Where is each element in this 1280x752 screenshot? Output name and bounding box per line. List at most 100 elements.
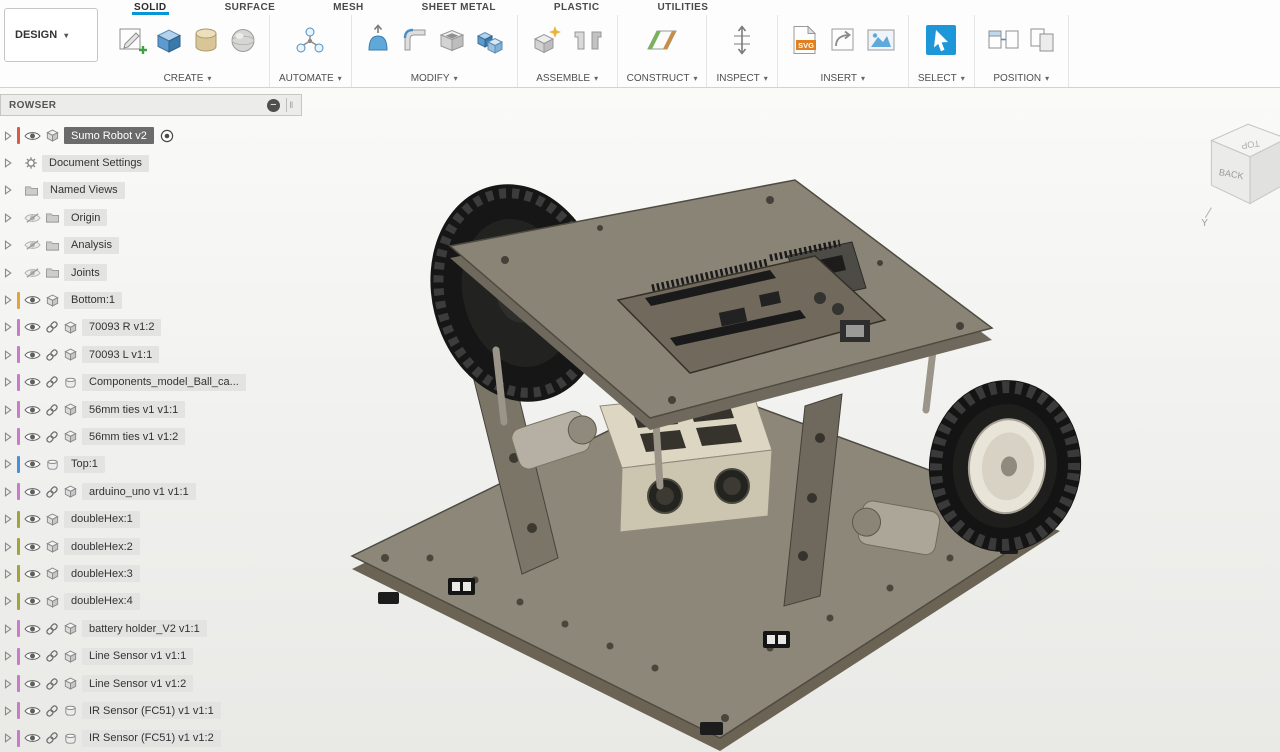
tree-row[interactable]: Named Views <box>0 177 302 204</box>
visibility-eye-icon[interactable] <box>24 376 41 388</box>
disclosure-arrow-icon[interactable] <box>4 514 13 524</box>
tree-row[interactable]: Top:1 <box>0 451 302 478</box>
visibility-eye-icon[interactable] <box>24 321 41 333</box>
measure-icon[interactable] <box>725 19 759 61</box>
disclosure-arrow-icon[interactable] <box>4 405 13 415</box>
disclosure-arrow-icon[interactable] <box>4 487 13 497</box>
group-label-inspect[interactable]: INSPECT▾ <box>716 73 767 84</box>
disclosure-arrow-icon[interactable] <box>4 185 13 195</box>
insert-svg-icon[interactable]: SVG <box>787 19 823 61</box>
visibility-eye-icon[interactable] <box>24 267 41 279</box>
tab-plastic[interactable]: PLASTIC <box>552 2 602 15</box>
tree-row[interactable]: Analysis <box>0 232 302 259</box>
tree-item-label[interactable]: Top:1 <box>64 456 105 473</box>
sphere-icon[interactable] <box>226 19 260 61</box>
visibility-eye-icon[interactable] <box>24 130 41 142</box>
visibility-eye-icon[interactable] <box>24 650 41 662</box>
tree-item-label[interactable]: arduino_uno v1 v1:1 <box>82 483 196 500</box>
visibility-eye-icon[interactable] <box>24 431 41 443</box>
joint-icon[interactable] <box>568 19 608 61</box>
disclosure-arrow-icon[interactable] <box>4 432 13 442</box>
disclosure-arrow-icon[interactable] <box>4 542 13 552</box>
group-label-automate[interactable]: AUTOMATE▾ <box>279 73 342 84</box>
tree-item-label[interactable]: Joints <box>64 264 107 281</box>
disclosure-arrow-icon[interactable] <box>4 213 13 223</box>
tree-item-label[interactable]: IR Sensor (FC51) v1 v1:2 <box>82 730 221 747</box>
robot-3d-model[interactable] <box>300 88 1280 752</box>
tree-row[interactable]: arduino_uno v1 v1:1 <box>0 478 302 505</box>
tree-row[interactable]: doubleHex:1 <box>0 505 302 532</box>
tree-item-label[interactable]: Bottom:1 <box>64 292 122 309</box>
tree-row[interactable]: Joints <box>0 259 302 286</box>
tree-item-label[interactable]: Sumo Robot v2 <box>64 127 154 144</box>
tree-item-label[interactable]: Origin <box>64 209 107 226</box>
tree-item-label[interactable]: 70093 R v1:2 <box>82 319 161 336</box>
tab-solid[interactable]: SOLID <box>132 2 169 15</box>
tree-row[interactable]: Origin <box>0 204 302 231</box>
select-icon[interactable] <box>923 19 959 61</box>
tree-row[interactable]: IR Sensor (FC51) v1 v1:2 <box>0 725 302 752</box>
collapse-browser-button[interactable]: − <box>267 99 280 112</box>
cylinder-icon[interactable] <box>189 19 223 61</box>
group-label-construct[interactable]: CONSTRUCT▾ <box>627 73 698 84</box>
visibility-eye-icon[interactable] <box>24 541 41 553</box>
tree-row[interactable]: 70093 L v1:1 <box>0 341 302 368</box>
browser-resize-grip-icon[interactable]: ‖ <box>286 98 296 112</box>
disclosure-arrow-icon[interactable] <box>4 733 13 743</box>
visibility-eye-icon[interactable] <box>24 678 41 690</box>
tree-item-label[interactable]: Components_model_Ball_ca... <box>82 374 246 391</box>
tree-item-label[interactable]: Analysis <box>64 237 119 254</box>
new-component-icon[interactable] <box>527 19 565 61</box>
tree-row[interactable]: battery holder_V2 v1:1 <box>0 615 302 642</box>
capture-position-icon[interactable] <box>984 19 1022 61</box>
tree-row[interactable]: Document Settings <box>0 149 302 176</box>
visibility-eye-icon[interactable] <box>24 212 41 224</box>
tree-item-label[interactable]: doubleHex:3 <box>64 565 140 582</box>
disclosure-arrow-icon[interactable] <box>4 350 13 360</box>
disclosure-arrow-icon[interactable] <box>4 377 13 387</box>
tree-item-label[interactable]: 56mm ties v1 v1:1 <box>82 401 185 418</box>
tree-item-label[interactable]: doubleHex:2 <box>64 538 140 555</box>
disclosure-arrow-icon[interactable] <box>4 679 13 689</box>
decal-icon[interactable] <box>863 19 899 61</box>
tree-row[interactable]: doubleHex:4 <box>0 588 302 615</box>
tree-row[interactable]: IR Sensor (FC51) v1 v1:1 <box>0 697 302 724</box>
tree-item-label[interactable]: IR Sensor (FC51) v1 v1:1 <box>82 702 221 719</box>
tree-row[interactable]: Line Sensor v1 v1:1 <box>0 642 302 669</box>
disclosure-arrow-icon[interactable] <box>4 624 13 634</box>
view-cube[interactable]: TOP BACK Y <box>1194 110 1280 232</box>
visibility-eye-icon[interactable] <box>24 239 41 251</box>
create-sketch-icon[interactable] <box>115 19 149 61</box>
design-menu-button[interactable]: DESIGN ▾ <box>4 8 98 62</box>
visibility-eye-icon[interactable] <box>24 595 41 607</box>
tree-item-label[interactable]: 56mm ties v1 v1:2 <box>82 428 185 445</box>
tree-row[interactable]: Line Sensor v1 v1:2 <box>0 670 302 697</box>
tab-surface[interactable]: SURFACE <box>223 2 278 15</box>
tree-row[interactable]: doubleHex:3 <box>0 560 302 587</box>
tab-utilities[interactable]: UTILITIES <box>655 2 710 15</box>
tree-item-label[interactable]: Named Views <box>43 182 125 199</box>
disclosure-arrow-icon[interactable] <box>4 596 13 606</box>
fillet-icon[interactable] <box>398 19 432 61</box>
automate-icon[interactable] <box>290 19 330 61</box>
visibility-eye-icon[interactable] <box>24 513 41 525</box>
box-icon[interactable] <box>152 19 186 61</box>
visibility-eye-icon[interactable] <box>24 486 41 498</box>
tree-row[interactable]: 56mm ties v1 v1:2 <box>0 423 302 450</box>
group-label-create[interactable]: CREATE▾ <box>164 73 212 84</box>
disclosure-arrow-icon[interactable] <box>4 322 13 332</box>
disclosure-arrow-icon[interactable] <box>4 459 13 469</box>
group-label-position[interactable]: POSITION▾ <box>993 73 1049 84</box>
tree-item-label[interactable]: Line Sensor v1 v1:1 <box>82 648 193 665</box>
shell-icon[interactable] <box>435 19 469 61</box>
press-pull-icon[interactable] <box>361 19 395 61</box>
tree-item-label[interactable]: doubleHex:1 <box>64 511 140 528</box>
tree-item-label[interactable]: 70093 L v1:1 <box>82 346 159 363</box>
tree-item-label[interactable]: Document Settings <box>42 155 149 172</box>
tree-row[interactable]: 70093 R v1:2 <box>0 314 302 341</box>
disclosure-arrow-icon[interactable] <box>4 240 13 250</box>
insert-derive-icon[interactable] <box>826 19 860 61</box>
tree-row[interactable]: Components_model_Ball_ca... <box>0 369 302 396</box>
tab-sheet-metal[interactable]: SHEET METAL <box>420 2 498 15</box>
visibility-eye-icon[interactable] <box>24 568 41 580</box>
